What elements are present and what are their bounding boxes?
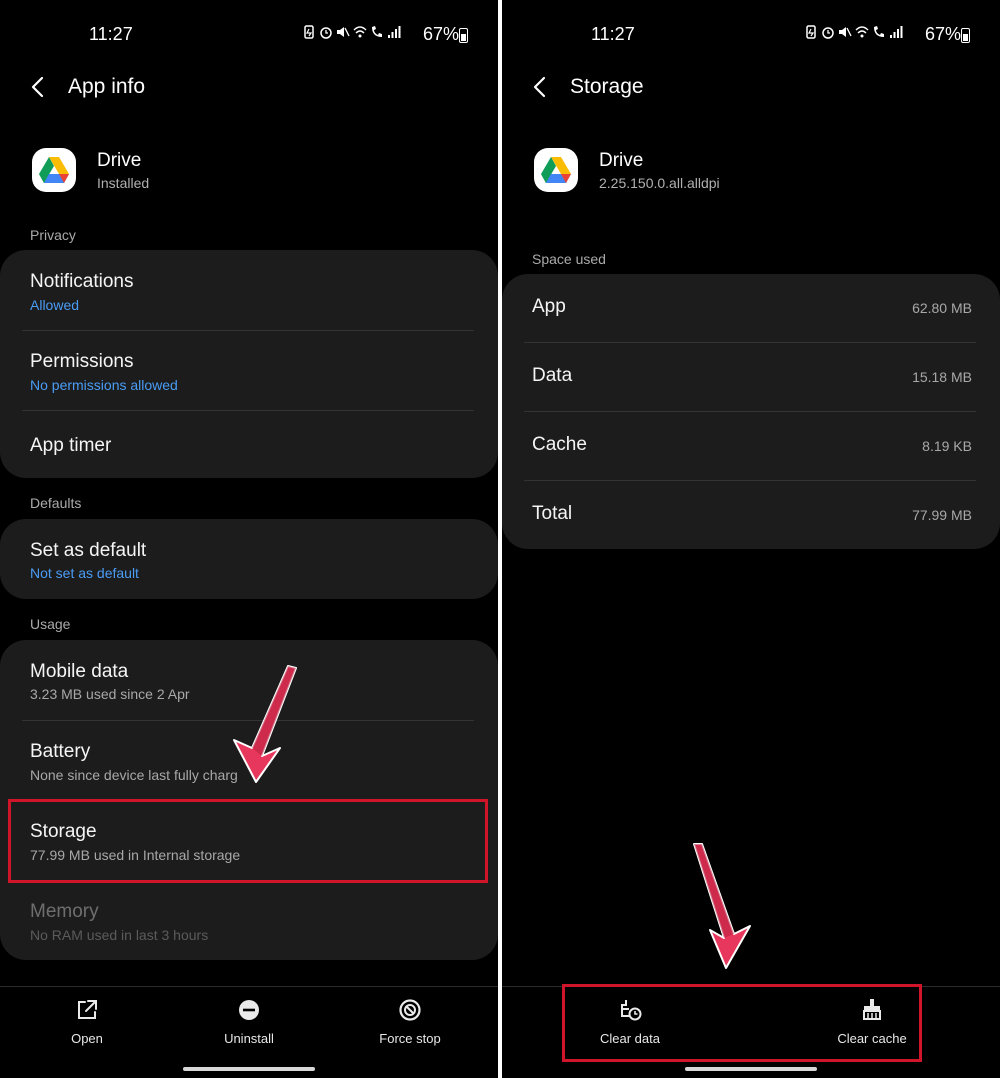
home-indicator <box>685 1067 817 1071</box>
page-title: Storage <box>570 75 644 98</box>
storage-label-data: Data <box>532 365 573 386</box>
uninstall-button[interactable]: Uninstall <box>189 997 309 1057</box>
force-stop-icon <box>399 999 421 1021</box>
app-timer-item[interactable]: App timer <box>0 411 498 478</box>
section-label-defaults: Defaults <box>30 495 82 511</box>
storage-item[interactable]: Storage 77.99 MB used in Internal storag… <box>0 801 498 881</box>
permissions-item[interactable]: Permissions No permissions allowed <box>0 331 498 411</box>
mute-icon <box>337 27 350 37</box>
battery-title: Battery <box>30 741 91 762</box>
force-stop-button[interactable]: Force stop <box>350 997 470 1057</box>
storage-value-data: 15.18 MB <box>912 369 972 385</box>
battery-icon <box>459 28 468 43</box>
battery-percent: 67% <box>423 24 460 44</box>
clear-cache-button[interactable]: Clear cache <box>812 997 932 1057</box>
bottom-action-bar: Clear data Clear cache <box>502 986 1000 1078</box>
battery-percent: 67% <box>925 24 962 44</box>
storage-row-total: Total 77.99 MB <box>502 481 1000 549</box>
set-as-default-title: Set as default <box>30 540 147 561</box>
status-time: 11:27 <box>591 24 635 44</box>
set-as-default-status: Not set as default <box>30 565 139 581</box>
memory-usage: No RAM used in last 3 hours <box>30 927 209 943</box>
app-header: Drive 2.25.150.0.all.alldpi <box>502 146 1000 202</box>
storage-title: Storage <box>30 821 97 842</box>
clear-data-label: Clear data <box>600 1031 660 1046</box>
storage-row-app: App 62.80 MB <box>502 274 1000 342</box>
storage-screen: 11:27 67% Storage Drive 2.25.150.0.all.a… <box>502 0 1000 1078</box>
clear-cache-icon <box>863 999 881 1020</box>
storage-row-cache: Cache 8.19 KB <box>502 412 1000 480</box>
pointer-arrow-icon <box>693 843 751 969</box>
wifi-calling-icon <box>372 26 382 37</box>
section-label-space-used: Space used <box>532 251 606 267</box>
storage-label-total: Total <box>532 503 573 524</box>
notifications-item[interactable]: Notifications Allowed <box>0 250 498 330</box>
defaults-card: Set as default Not set as default <box>0 519 498 599</box>
top-app-bar: Storage <box>502 66 1000 108</box>
privacy-card: Notifications Allowed Permissions No per… <box>0 250 498 478</box>
back-icon[interactable] <box>526 72 556 102</box>
pointer-arrow-icon <box>233 665 297 783</box>
alarm-icon <box>320 27 332 39</box>
back-icon[interactable] <box>24 72 54 102</box>
wifi-icon <box>353 26 367 38</box>
uninstall-icon <box>239 1000 259 1020</box>
google-drive-icon <box>32 148 76 192</box>
storage-row-data: Data 15.18 MB <box>502 343 1000 411</box>
status-icons <box>302 25 401 39</box>
notifications-title: Notifications <box>30 271 134 292</box>
mobile-data-usage: 3.23 MB used since 2 Apr <box>30 686 190 702</box>
wifi-calling-icon <box>874 26 884 37</box>
open-label: Open <box>71 1031 103 1046</box>
google-drive-icon <box>534 148 578 192</box>
battery-saver-icon <box>806 25 816 39</box>
storage-value-app: 62.80 MB <box>912 300 972 316</box>
status-time: 11:27 <box>89 24 133 44</box>
permissions-title: Permissions <box>30 351 134 372</box>
set-as-default-item[interactable]: Set as default Not set as default <box>0 519 498 599</box>
clear-cache-label: Clear cache <box>837 1031 907 1046</box>
section-label-usage: Usage <box>30 616 71 632</box>
force-stop-label: Force stop <box>379 1031 441 1046</box>
alarm-icon <box>822 27 834 39</box>
app-install-status: Installed <box>97 175 150 191</box>
app-info-screen: 11:27 67% App info Drive Installed Priva… <box>0 0 498 1078</box>
bottom-action-bar: Open Uninstall Force stop <box>0 986 498 1078</box>
storage-usage: 77.99 MB used in Internal storage <box>30 847 241 863</box>
clear-data-icon <box>621 1000 642 1021</box>
uninstall-label: Uninstall <box>224 1031 274 1046</box>
clear-data-button[interactable]: Clear data <box>570 997 690 1057</box>
mute-icon <box>839 27 852 37</box>
storage-value-total: 77.99 MB <box>912 507 972 523</box>
battery-usage: None since device last fully charg <box>30 767 238 783</box>
top-app-bar: App info <box>0 66 498 108</box>
home-indicator <box>183 1067 315 1071</box>
app-timer-title: App timer <box>30 435 112 456</box>
app-name: Drive <box>599 150 644 171</box>
status-bar: 11:27 67% <box>0 22 498 48</box>
open-external-icon <box>78 1000 97 1019</box>
open-button[interactable]: Open <box>27 997 147 1057</box>
status-bar: 11:27 67% <box>502 22 1000 48</box>
app-version: 2.25.150.0.all.alldpi <box>599 175 720 191</box>
permissions-status: No permissions allowed <box>30 377 178 393</box>
space-used-card: App 62.80 MB Data 15.18 MB Cache 8.19 KB… <box>502 274 1000 549</box>
status-icons <box>804 25 903 39</box>
signal-icon <box>890 26 903 38</box>
storage-value-cache: 8.19 KB <box>922 438 972 454</box>
memory-item[interactable]: Memory No RAM used in last 3 hours <box>0 882 498 960</box>
storage-label-cache: Cache <box>532 434 587 455</box>
signal-icon <box>388 26 401 38</box>
storage-label-app: App <box>532 296 566 317</box>
app-name: Drive <box>97 150 142 171</box>
battery-saver-icon <box>304 25 314 39</box>
section-label-privacy: Privacy <box>30 227 76 243</box>
page-title: App info <box>68 75 146 98</box>
mobile-data-title: Mobile data <box>30 661 129 682</box>
battery-icon <box>961 28 970 43</box>
memory-title: Memory <box>30 901 99 922</box>
wifi-icon <box>855 26 869 38</box>
notifications-status: Allowed <box>30 297 80 313</box>
app-header: Drive Installed <box>0 146 498 202</box>
